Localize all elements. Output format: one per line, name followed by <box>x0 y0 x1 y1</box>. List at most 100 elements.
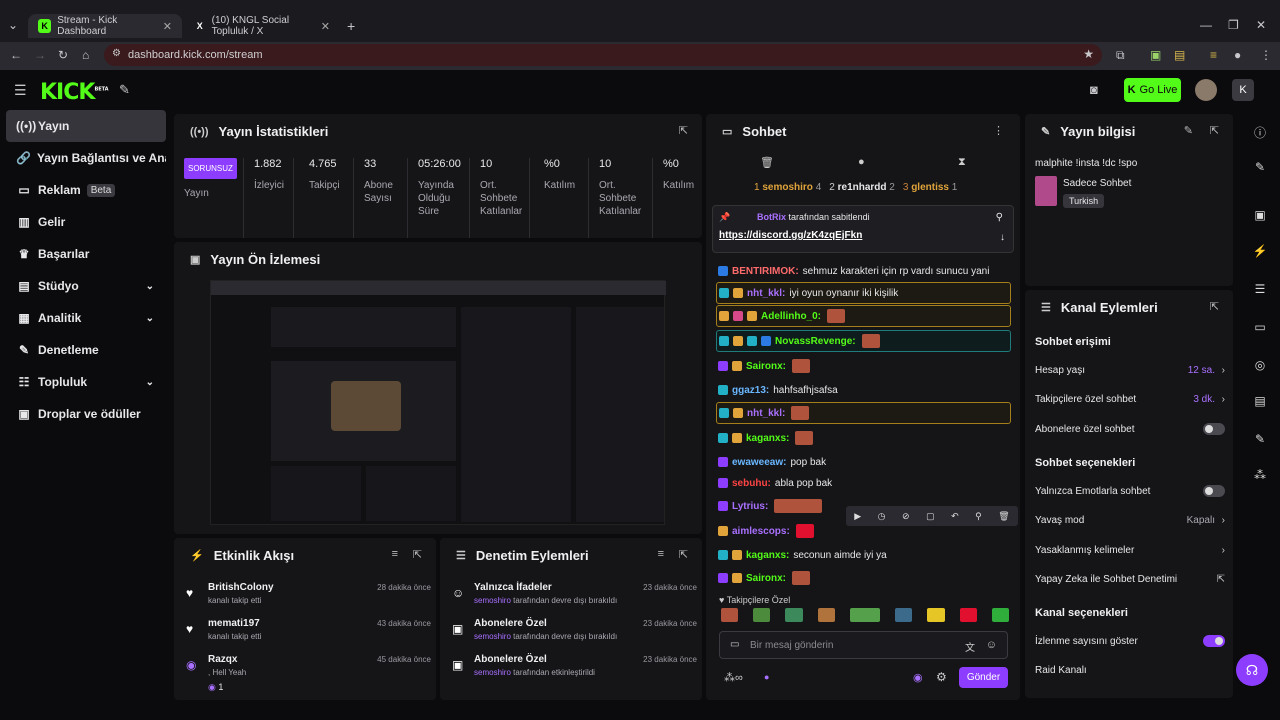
expand-arrow-icon[interactable]: ↓ <box>1000 232 1005 243</box>
browser-tab-x[interactable]: X (10) KNGL Social Topluluk / X ✕ <box>184 14 340 38</box>
show-viewers-toggle[interactable] <box>1203 635 1225 647</box>
kick-logo[interactable]: KICKBETA <box>40 80 109 105</box>
sidebar-item-studio[interactable]: ▤ Stüdyo ⌄ <box>6 270 166 302</box>
emoji-icon[interactable]: ☺ <box>986 639 997 651</box>
bolt-icon[interactable]: ⚡ <box>1252 244 1268 260</box>
account-age-setting[interactable]: Hesap yaşı 12 sa. › <box>1035 360 1225 380</box>
back-icon[interactable]: ← <box>10 48 22 62</box>
sidebar-item-analytics[interactable]: ▦ Analitik ⌄ <box>6 302 166 334</box>
forward-icon[interactable]: → <box>34 48 46 62</box>
chat-message[interactable]: ewaweeaw: pop bak <box>716 451 1011 473</box>
settings-gear-icon[interactable]: ⚙ <box>936 670 947 684</box>
close-window-icon[interactable]: ✕ <box>1256 18 1266 32</box>
chat-message[interactable]: nht_kkl: <box>716 402 1011 424</box>
chat-bubble-icon[interactable]: ● <box>858 156 865 168</box>
sidebar-item-community[interactable]: ☷ Topluluk ⌄ <box>6 366 166 398</box>
popout-icon[interactable]: ⇱ <box>1210 124 1219 137</box>
chat-message[interactable]: BENTIRIMOK: sehmuz karakteri için rp vard… <box>716 260 1011 282</box>
camera-icon[interactable]: ◙ <box>1090 82 1098 97</box>
delete-icon[interactable]: 🗑 <box>998 511 1009 522</box>
more-options-icon[interactable]: ⋮ <box>993 124 1004 137</box>
support-chat-button[interactable]: ☊ <box>1236 654 1268 686</box>
profile-icon[interactable]: ● <box>1234 48 1241 62</box>
sidebar-item-revenue[interactable]: ▥ Gelir <box>6 206 166 238</box>
media-icon[interactable]: ≡ <box>1210 48 1217 62</box>
chat-message[interactable]: Adellinho_0: <box>716 305 1011 327</box>
followers-chat-setting[interactable]: Takipçilere özel sohbet 3 dk. › <box>1035 389 1225 409</box>
pin-icon[interactable]: ⚲ <box>975 511 982 522</box>
maximize-icon[interactable]: ❐ <box>1228 18 1239 32</box>
mod-icon[interactable]: ▤ <box>1252 394 1268 410</box>
sidebar-item-achievements[interactable]: ♛ Başarılar <box>6 238 166 270</box>
ai-moderation-setting[interactable]: Yapay Zeka ile Sohbet Denetimi ⇱ <box>1035 569 1225 589</box>
chat-message[interactable]: kaganxs: seconun aimde iyi ya <box>716 544 1011 566</box>
send-button[interactable]: Gönder <box>959 667 1008 688</box>
chat-message[interactable]: nht_kkl: iyi oyun oynanır iki kişilik <box>716 282 1011 304</box>
wrench-icon[interactable]: ✎ <box>119 82 130 98</box>
emote-image[interactable] <box>817 608 835 622</box>
sidebar-item-stream-key[interactable]: 🔗Yayın Bağlantısı ve Anahtarı <box>6 142 166 174</box>
chat-message[interactable]: kaganxs: <box>716 427 1011 449</box>
trash-icon[interactable]: 🗑 <box>760 156 774 169</box>
reload-icon[interactable]: ↻ <box>58 48 68 62</box>
emote-image[interactable] <box>927 608 945 622</box>
chat-message[interactable]: sebuhu: abla pop bak <box>716 472 1011 494</box>
emote-image[interactable] <box>849 608 881 622</box>
dashboard-switch-icon[interactable]: K <box>1232 79 1254 101</box>
filter-icon[interactable]: ≡ <box>392 548 398 560</box>
community-icon[interactable]: ⁂∞ <box>724 671 743 684</box>
chat-icon[interactable]: ▭ <box>1252 320 1268 336</box>
pinned-link[interactable]: https://discord.gg/zK4zqEjFkn <box>719 230 862 241</box>
wrench-icon[interactable]: ✎ <box>1252 432 1268 448</box>
sidebar-item-drops[interactable]: ▣ Droplar ve ödüller <box>6 398 166 430</box>
edit-icon[interactable]: ✎ <box>1184 124 1193 137</box>
kicks-icon[interactable]: ◉ <box>913 671 923 684</box>
translate-icon[interactable]: ▤ <box>1174 48 1185 62</box>
sidebar-item-moderation[interactable]: ✎ Denetleme <box>6 334 166 366</box>
close-tab-icon[interactable]: ✕ <box>163 20 172 33</box>
translate-icon[interactable]: 文 <box>965 639 975 654</box>
raid-channel-setting[interactable]: Raid Kanalı <box>1035 660 1225 680</box>
community-icon[interactable]: ⁂ <box>1252 468 1268 484</box>
emotes-only-toggle[interactable] <box>1203 485 1225 497</box>
stream-icon[interactable]: ◎ <box>1252 358 1268 374</box>
popout-icon[interactable]: ⇱ <box>1210 300 1219 313</box>
emote-image[interactable] <box>753 608 771 622</box>
emote-image[interactable] <box>959 608 977 622</box>
chat-message[interactable]: Saironx: <box>716 355 1011 377</box>
go-live-button[interactable]: K Go Live <box>1124 78 1181 102</box>
timeout-icon[interactable]: ◷ <box>878 511 886 522</box>
play-icon[interactable]: ▶ <box>854 511 861 522</box>
tab-search-icon[interactable]: ⌄ <box>8 18 18 32</box>
preview-icon[interactable]: ▣ <box>1252 208 1268 224</box>
avatar[interactable] <box>1195 79 1217 101</box>
menu-dots-icon[interactable]: ⋮ <box>1260 48 1272 62</box>
copy-icon[interactable]: ▢ <box>926 511 935 522</box>
home-icon[interactable]: ⌂ <box>82 48 89 62</box>
popout-icon[interactable]: ⇱ <box>413 548 422 561</box>
hourglass-icon[interactable]: ⧗ <box>958 156 966 169</box>
chat-message[interactable]: Saironx: <box>716 567 1011 589</box>
browser-tab-kick[interactable]: K Stream - Kick Dashboard ✕ <box>28 14 182 38</box>
chat-message[interactable]: NovassRevenge: <box>716 330 1011 352</box>
extension-icon[interactable]: ▣ <box>1150 48 1161 62</box>
ban-icon[interactable]: ⊘ <box>902 511 910 522</box>
edit-icon[interactable]: ✎ <box>1252 160 1268 176</box>
emote-image[interactable] <box>895 608 913 622</box>
sidebar-item-ads[interactable]: ▭ Reklam Beta <box>6 174 166 206</box>
emote-image[interactable] <box>721 608 739 622</box>
emote-image[interactable] <box>991 608 1010 622</box>
undo-icon[interactable]: ↶ <box>951 511 959 522</box>
unpin-icon[interactable]: ⚲ <box>996 212 1003 223</box>
list-icon[interactable]: ☰ <box>1252 282 1268 298</box>
site-info-icon[interactable]: ⚙ <box>112 48 121 59</box>
pinned-message[interactable]: 📌 BotRix tarafından sabitlendi https://d… <box>712 205 1014 253</box>
banned-words-setting[interactable]: Yasaklanmış kelimeler › <box>1035 540 1225 560</box>
chat-input[interactable]: ▭ Bir mesaj gönderin 文 ☺ <box>719 631 1008 659</box>
bookmark-star-icon[interactable]: ★ <box>1083 47 1094 61</box>
stream-preview-video[interactable] <box>210 280 666 525</box>
popout-icon[interactable]: ⇱ <box>679 548 688 561</box>
chat-message[interactable]: ggaz13: hahfsafhjsafsa <box>716 379 1011 401</box>
new-tab-icon[interactable]: + <box>347 18 355 34</box>
minimize-icon[interactable]: — <box>1200 18 1212 32</box>
